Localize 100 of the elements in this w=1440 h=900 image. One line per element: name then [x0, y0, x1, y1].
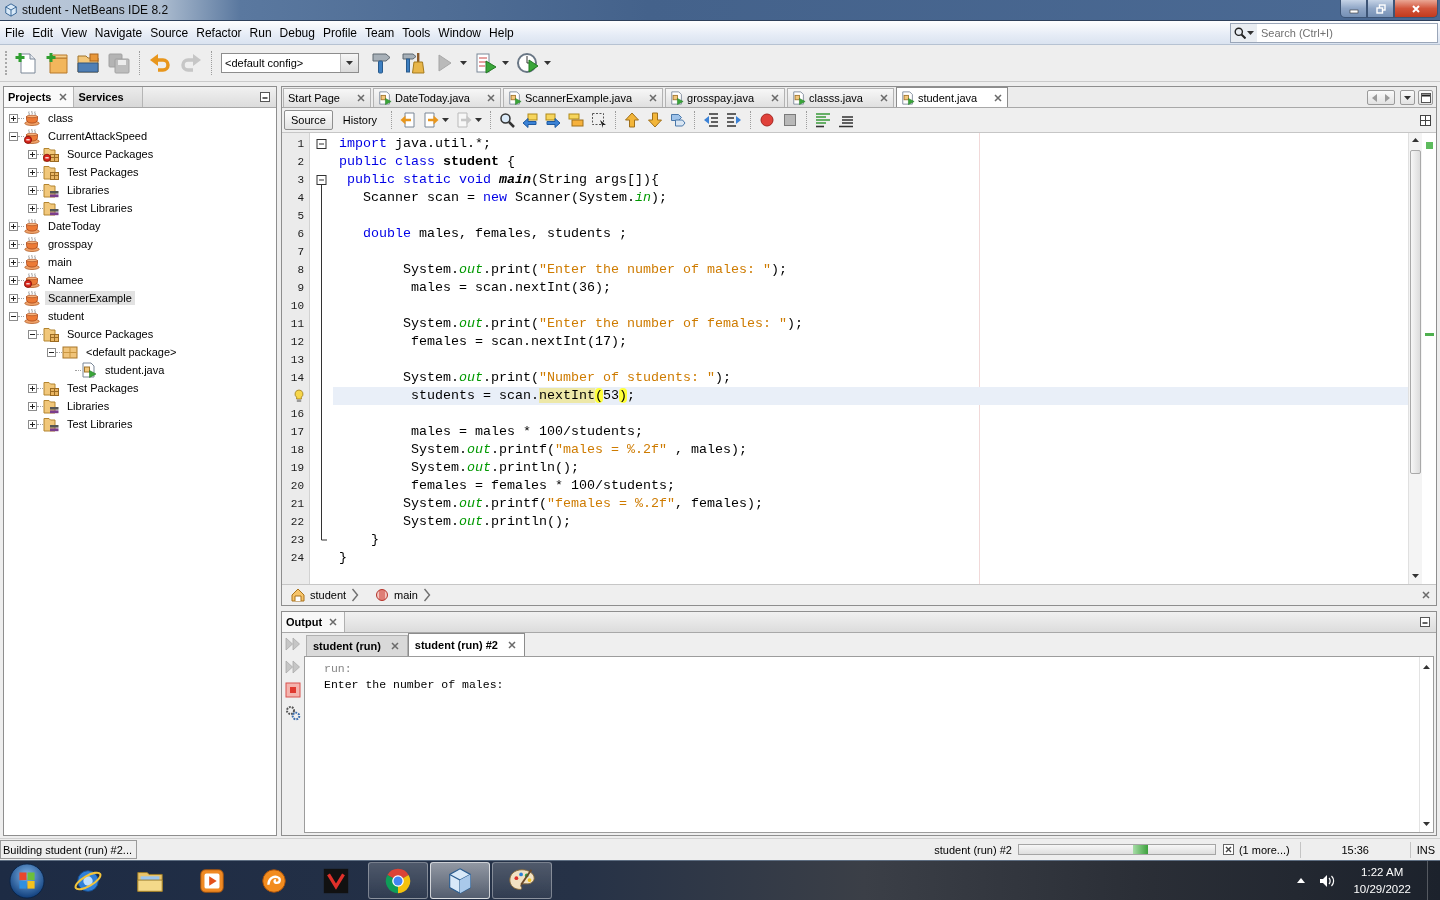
tree-item[interactable]: Libraries — [64, 399, 113, 413]
tree-item[interactable]: Test Libraries — [64, 201, 136, 215]
editor-tab[interactable]: grosspay.java — [665, 88, 786, 107]
menu-item[interactable]: Run — [245, 23, 276, 42]
tree-item[interactable]: grosspay — [45, 237, 96, 251]
speaker-icon[interactable] — [1319, 873, 1336, 888]
expand-toggle[interactable] — [28, 401, 37, 411]
expand-toggle[interactable] — [9, 257, 18, 267]
menu-item[interactable]: Profile — [319, 23, 361, 42]
close-icon[interactable] — [487, 94, 495, 102]
tree-item[interactable]: Namee — [45, 273, 87, 287]
tree-item[interactable]: ScannerExample — [45, 291, 135, 305]
menu-item[interactable]: Edit — [28, 23, 58, 42]
tree-item[interactable]: CurrentAttackSpeed — [45, 129, 151, 143]
tray-arrow-icon[interactable] — [1297, 878, 1306, 883]
panel-tab[interactable]: Output — [282, 612, 346, 632]
fold-toggle[interactable] — [316, 175, 327, 185]
caret-up-icon[interactable] — [1412, 138, 1419, 142]
expand-toggle[interactable] — [28, 329, 37, 339]
run-tab[interactable]: student (run) #2 — [407, 633, 525, 656]
menu-item[interactable]: View — [57, 23, 91, 42]
close-icon[interactable] — [994, 93, 1003, 102]
taskbar-button[interactable] — [368, 862, 428, 899]
cancel-icon[interactable] — [1222, 844, 1234, 855]
close-icon[interactable] — [59, 93, 68, 101]
tree-item[interactable]: Test Packages — [64, 165, 142, 179]
menu-item[interactable]: Window — [434, 23, 486, 42]
expand-toggle[interactable] — [28, 383, 37, 393]
editor-tab[interactable]: classs.java — [787, 88, 894, 107]
more-tasks-link[interactable]: (1 more...) — [1238, 843, 1290, 856]
taskbar-button[interactable] — [492, 862, 552, 899]
panel-tab[interactable]: Projects — [4, 87, 75, 107]
view-button[interactable]: History — [335, 110, 385, 130]
expand-toggle[interactable] — [9, 113, 18, 123]
expand-toggle[interactable] — [28, 419, 37, 429]
editor-tab[interactable]: DateToday.java — [373, 88, 501, 107]
expand-toggle[interactable] — [9, 293, 18, 303]
expand-toggle[interactable] — [28, 149, 37, 159]
search-field[interactable]: Search (Ctrl+I) — [1230, 22, 1438, 43]
split-icon[interactable] — [1420, 114, 1431, 126]
minimize-button[interactable] — [1340, 0, 1367, 18]
menu-item[interactable]: Source — [146, 23, 193, 42]
search-icon[interactable] — [1234, 26, 1246, 39]
caret-down-icon[interactable] — [1412, 574, 1419, 578]
editor-tab[interactable]: ScannerExample.java — [503, 88, 663, 107]
menu-item[interactable]: Tools — [398, 23, 435, 42]
tab-list-button[interactable] — [1400, 90, 1415, 105]
tree-item[interactable]: Test Libraries — [64, 417, 136, 431]
menu-item[interactable]: Debug — [275, 23, 319, 42]
scrollbar[interactable] — [1408, 133, 1422, 584]
close-button[interactable] — [1394, 0, 1438, 18]
close-icon[interactable] — [1422, 591, 1430, 599]
expand-toggle[interactable] — [28, 167, 37, 177]
panel-tab[interactable]: Services — [74, 87, 144, 107]
tree-item[interactable]: Test Packages — [64, 381, 142, 395]
menu-item[interactable]: Navigate — [90, 23, 147, 42]
close-icon[interactable] — [357, 94, 365, 102]
toolbar-button[interactable] — [285, 705, 301, 721]
menu-item[interactable]: File — [1, 23, 29, 42]
scrollbar-thumb[interactable] — [1410, 150, 1421, 474]
tree-item[interactable]: Libraries — [64, 183, 113, 197]
stripe-mark-icon[interactable] — [1424, 333, 1434, 336]
close-icon[interactable] — [649, 94, 657, 102]
caret-up-icon[interactable] — [1423, 665, 1430, 669]
expand-toggle[interactable] — [9, 131, 18, 141]
tab-scroll-button[interactable] — [1367, 90, 1395, 105]
restore-button[interactable] — [1367, 0, 1394, 18]
maximize-button[interactable] — [1418, 90, 1433, 105]
fold-toggle[interactable] — [316, 139, 327, 149]
config-dropdown[interactable]: <default config> — [221, 53, 359, 73]
close-icon[interactable] — [771, 94, 780, 102]
tree-item[interactable]: <default package> — [83, 345, 180, 359]
editor-tab[interactable]: Start Page — [283, 88, 371, 107]
expand-toggle[interactable] — [9, 311, 18, 321]
tree-item[interactable]: student.java — [102, 363, 168, 377]
expand-toggle[interactable] — [9, 239, 18, 249]
expand-toggle[interactable] — [28, 203, 37, 213]
menu-item[interactable]: Refactor — [192, 23, 246, 42]
breadcrumb-item[interactable]: student — [291, 588, 347, 602]
scrollbar[interactable] — [1419, 657, 1433, 832]
tree-item[interactable]: main — [45, 255, 75, 269]
close-icon[interactable] — [507, 641, 516, 649]
tree-item[interactable]: DateToday — [45, 219, 104, 233]
close-icon[interactable] — [329, 618, 338, 626]
expand-toggle[interactable] — [9, 221, 18, 231]
search-input[interactable]: Search (Ctrl+I) — [1257, 23, 1437, 42]
caret-down-icon[interactable] — [1423, 822, 1430, 826]
menu-item[interactable]: Team — [361, 23, 399, 42]
tree-item[interactable]: class — [45, 111, 77, 125]
close-icon[interactable] — [390, 642, 399, 650]
tree-item[interactable]: student — [45, 309, 88, 323]
close-icon[interactable] — [879, 94, 888, 102]
menu-item[interactable]: Help — [485, 23, 518, 42]
tree-item[interactable]: Source Packages — [64, 147, 157, 161]
breadcrumb-item[interactable]: main — [375, 588, 418, 602]
expand-toggle[interactable] — [47, 347, 56, 357]
tree-item[interactable]: Source Packages — [64, 327, 157, 341]
run-tab[interactable]: student (run) — [306, 635, 408, 656]
view-button[interactable]: Source — [284, 110, 333, 130]
editor-tab[interactable]: student.java — [895, 87, 1009, 107]
